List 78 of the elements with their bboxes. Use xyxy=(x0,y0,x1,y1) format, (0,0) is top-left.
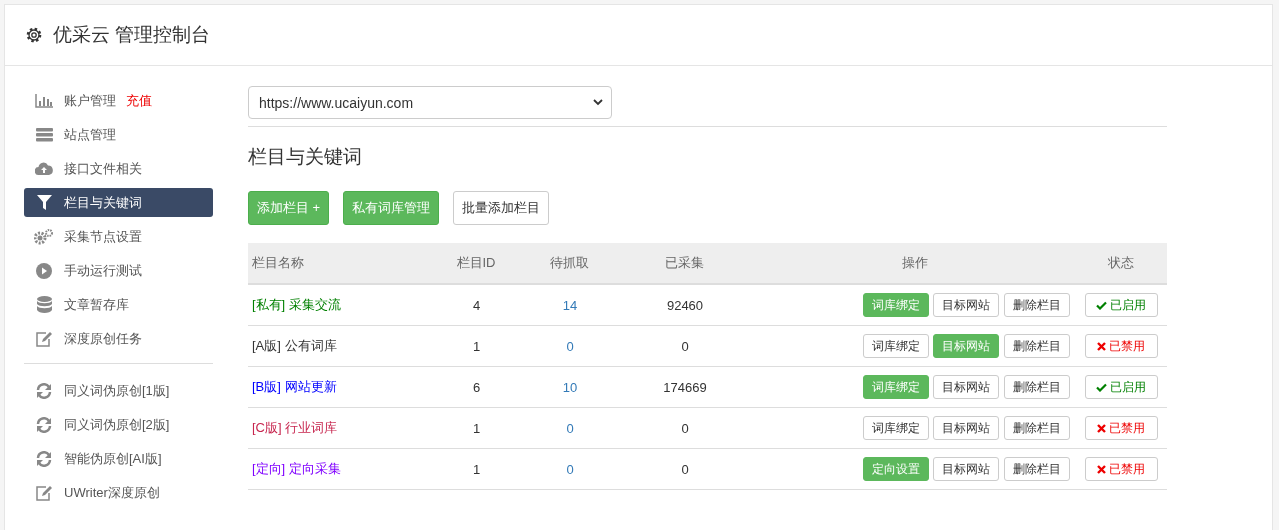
close-icon xyxy=(1097,423,1106,433)
check-icon xyxy=(1096,300,1107,310)
column-header: 状态 xyxy=(1107,255,1134,270)
action-button[interactable]: 删除栏目 xyxy=(1004,293,1070,317)
gears-icon xyxy=(34,228,54,245)
column-name: [C版] 行业词库 xyxy=(252,420,338,435)
edit-icon xyxy=(35,484,53,501)
table-cell: 0 xyxy=(681,461,689,477)
status-button[interactable]: 已禁用 xyxy=(1084,457,1158,481)
close-icon xyxy=(1097,464,1106,474)
sidebar-item[interactable]: 同义词伪原创[1版] xyxy=(24,376,213,405)
status-button[interactable]: 已启用 xyxy=(1084,375,1158,399)
action-button[interactable]: 删除栏目 xyxy=(1004,334,1070,358)
section-title: 栏目与关键词 xyxy=(248,145,363,169)
server-icon xyxy=(35,127,53,142)
sidebar-item[interactable]: 站点管理 xyxy=(24,120,213,149)
sidebar-item[interactable]: 接口文件相关 xyxy=(24,154,213,183)
database-icon xyxy=(36,296,52,313)
sidebar-item[interactable]: 账户管理 充值 xyxy=(24,86,213,115)
recharge-link[interactable]: 充值 xyxy=(126,91,152,110)
app-title: 优采云 管理控制台 xyxy=(53,23,211,47)
column-name: [A版] 公有词库 xyxy=(252,338,337,353)
refresh-icon xyxy=(36,450,52,467)
sidebar-item[interactable]: 文章暂存库 xyxy=(24,290,213,319)
filter-icon xyxy=(36,195,52,210)
column-name: [定向] 定向采集 xyxy=(252,461,341,476)
table-cell: 14 xyxy=(562,297,578,313)
column-header: 栏目ID xyxy=(456,255,496,270)
edit-icon xyxy=(35,330,53,347)
settings-icon xyxy=(25,26,43,44)
sidebar-item[interactable]: 同义词伪原创[2版] xyxy=(24,410,213,439)
table-cell: 0 xyxy=(566,338,574,354)
table-cell: 174669 xyxy=(663,379,707,395)
action-button[interactable]: 词库绑定 xyxy=(862,334,929,358)
cloud-upload-icon xyxy=(35,162,53,175)
action-button[interactable]: 词库绑定 xyxy=(862,416,929,440)
action-button[interactable]: 目标网站 xyxy=(933,375,1000,399)
action-button[interactable]: 目标网站 xyxy=(933,416,1000,440)
action-button[interactable]: 目标网站 xyxy=(933,457,1000,481)
action-button[interactable]: 删除栏目 xyxy=(1004,375,1070,399)
table-cell: 4 xyxy=(472,297,481,313)
close-icon xyxy=(1097,341,1106,351)
sidebar-item[interactable]: 深度原创任务 xyxy=(24,324,213,353)
column-name: [B版] 网站更新 xyxy=(252,379,337,394)
action-button[interactable]: 删除栏目 xyxy=(1004,416,1070,440)
play-icon xyxy=(36,262,52,279)
bar-chart-icon xyxy=(35,93,53,108)
action-button[interactable]: 删除栏目 xyxy=(1004,457,1070,481)
table-cell: 6 xyxy=(472,379,481,395)
chevron-down-icon xyxy=(593,99,603,106)
site-select[interactable]: https://www.ucaiyun.com xyxy=(248,86,612,119)
status-button[interactable]: 已禁用 xyxy=(1084,334,1158,358)
table-cell: 1 xyxy=(472,461,481,477)
sidebar-item[interactable]: UWriter深度原创 xyxy=(24,478,213,507)
check-icon xyxy=(1096,382,1107,392)
refresh-icon xyxy=(36,382,52,399)
table-cell: 0 xyxy=(681,420,689,436)
sidebar-item[interactable]: 智能伪原创[AI版] xyxy=(24,444,213,473)
table-cell: 0 xyxy=(566,461,574,477)
sidebar-item[interactable]: 栏目与关键词 xyxy=(24,188,213,217)
table-cell: 10 xyxy=(562,379,578,395)
refresh-icon xyxy=(36,416,52,433)
sidebar-item[interactable]: 手动运行测试 xyxy=(24,256,213,285)
action-button[interactable]: 目标网站 xyxy=(933,293,1000,317)
status-button[interactable]: 已启用 xyxy=(1084,293,1158,317)
column-header: 栏目名称 xyxy=(252,255,304,270)
status-button[interactable]: 已禁用 xyxy=(1084,416,1158,440)
column-name: [私有] 采集交流 xyxy=(252,297,341,312)
table-cell: 92460 xyxy=(666,297,704,313)
table-cell: 0 xyxy=(681,338,689,354)
column-header: 已采集 xyxy=(665,255,704,270)
column-header: 待抓取 xyxy=(550,255,589,270)
sidebar-item[interactable]: 采集节点设置 xyxy=(24,222,213,251)
table-cell: 1 xyxy=(472,420,481,436)
table-cell: 1 xyxy=(472,338,481,354)
toolbar-button[interactable]: 批量添加栏目 xyxy=(453,191,550,225)
column-header: 操作 xyxy=(901,255,928,270)
table-cell: 0 xyxy=(566,420,574,436)
